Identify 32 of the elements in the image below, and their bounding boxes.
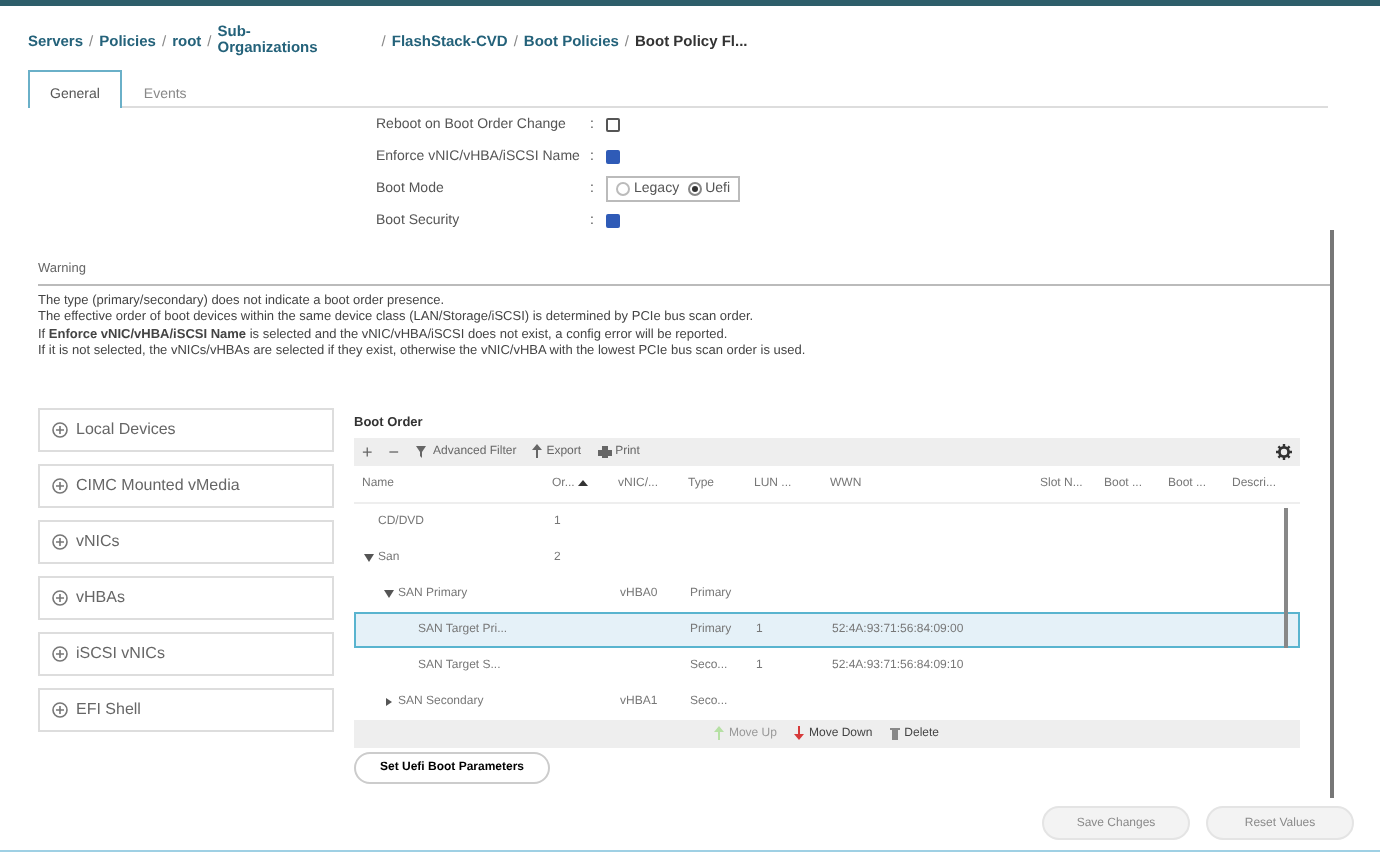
printer-icon <box>597 445 612 458</box>
plus-circle-icon <box>52 421 68 438</box>
plus-circle-icon <box>52 589 68 606</box>
plus-circle-icon <box>52 645 68 662</box>
caret-right-icon[interactable] <box>384 697 394 706</box>
scrollbar[interactable] <box>1330 230 1334 798</box>
filter-icon <box>415 445 430 458</box>
plus-circle-icon <box>52 477 68 494</box>
device-group[interactable]: EFI Shell <box>38 687 334 732</box>
radio-button[interactable] <box>616 181 630 195</box>
plus-circle-icon <box>52 701 68 718</box>
checkbox[interactable] <box>606 117 620 131</box>
trash-icon <box>890 726 901 741</box>
remove-button[interactable]: − <box>388 441 400 462</box>
caret-down-icon[interactable] <box>384 589 394 598</box>
settings-icon[interactable] <box>1276 443 1292 460</box>
sort-up-icon[interactable] <box>578 480 589 487</box>
up-arrow-icon <box>714 726 725 741</box>
device-group[interactable]: CIMC Mounted vMedia <box>38 463 334 508</box>
down-arrow-icon <box>794 726 805 741</box>
upload-arrow-icon <box>532 444 543 459</box>
device-group[interactable]: iSCSI vNICs <box>38 631 334 676</box>
device-group[interactable]: vHBAs <box>38 575 334 620</box>
checkbox[interactable] <box>606 213 620 227</box>
radio-button[interactable] <box>687 181 702 195</box>
caret-down-icon[interactable] <box>364 553 374 562</box>
device-group[interactable]: Local Devices <box>38 407 334 452</box>
checkbox[interactable] <box>606 149 620 163</box>
device-group[interactable]: vNICs <box>38 519 334 564</box>
scrollbar[interactable] <box>1284 507 1288 648</box>
add-button[interactable]: + <box>362 441 373 462</box>
plus-circle-icon <box>52 533 68 550</box>
